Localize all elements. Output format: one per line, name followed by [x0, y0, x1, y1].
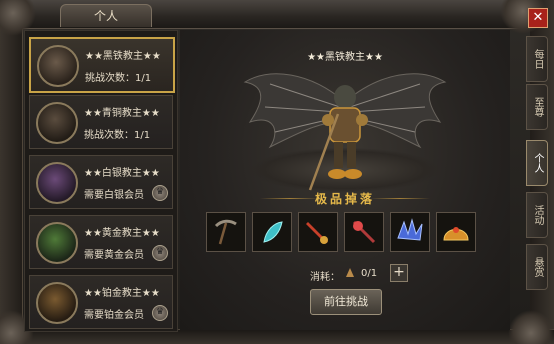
divider: [370, 198, 430, 199]
boss-item-name: ★★白银教主★★: [84, 168, 160, 179]
boss-figure: [243, 73, 447, 191]
ticket-icon: [346, 268, 354, 277]
close-button[interactable]: ✕: [528, 8, 548, 28]
loot-slot[interactable]: [206, 212, 246, 252]
boss-item-name: ★★黑铁教主★★: [85, 51, 161, 62]
boss-item-name: ★★黄金教主★★: [84, 228, 160, 239]
tab-supreme[interactable]: 至尊: [526, 84, 548, 130]
boss-avatar: [36, 282, 78, 324]
boss-item-name: ★★铂金教主★★: [84, 288, 160, 299]
boss-item-requirement: 需要白银会员: [84, 190, 144, 201]
boss-item-status: 挑战次数：1/1: [85, 73, 152, 84]
staff-icon: [352, 220, 376, 244]
boss-list-item[interactable]: ★★黑铁教主★★ 挑战次数：1/1: [29, 37, 175, 93]
boss-avatar: [36, 102, 78, 144]
boss-item-name: ★★青铜教主★★: [84, 108, 160, 119]
boss-list-item[interactable]: ★★青铜教主★★ 挑战次数：1/1: [29, 95, 173, 149]
loot-slot[interactable]: [252, 212, 292, 252]
claw-icon: [397, 218, 423, 241]
add-ticket-button[interactable]: +: [390, 264, 408, 282]
tab-bounty[interactable]: 悬赏: [526, 244, 548, 290]
boss-challenge-window: 个人 ✕ ★★黑铁教主★★ 挑战次数：1/1 ★★青铜教主★★ 挑战次数：1/1…: [0, 0, 554, 344]
boss-list-item[interactable]: ★★黄金教主★★ 需要黄金会员 ♛: [29, 215, 173, 269]
loot-slot[interactable]: [298, 212, 338, 252]
helmet-icon: [443, 227, 469, 241]
vip-badge-icon: ♛: [152, 185, 168, 201]
boss-detail-panel: ★★黑铁教主★★ 极品掉落 消耗： 0/1 + 前往挑战: [180, 30, 510, 330]
vip-badge-icon: ♛: [152, 305, 168, 321]
pickaxe-icon: [214, 219, 237, 245]
vip-badge-icon: ♛: [152, 245, 168, 261]
boss-item-status: 挑战次数：1/1: [84, 130, 151, 141]
loot-slot[interactable]: [344, 212, 384, 252]
tab-event[interactable]: 活动: [526, 192, 548, 238]
cost-label: 消耗：: [310, 272, 340, 283]
feather-icon: [263, 221, 283, 243]
boss-avatar: [37, 45, 79, 87]
loot-title: 极品掉落: [314, 192, 375, 206]
challenge-button[interactable]: 前往挑战: [310, 289, 382, 315]
dagger-icon: [306, 222, 328, 244]
boss-item-requirement: 需要黄金会员: [84, 250, 144, 261]
tab-daily[interactable]: 每日: [526, 36, 548, 82]
boss-item-requirement: 需要铂金会员: [84, 310, 144, 321]
boss-list-item[interactable]: ★★白银教主★★ 需要白银会员 ♛: [29, 155, 173, 209]
loot-slot[interactable]: [390, 212, 430, 252]
tab-personal[interactable]: 个人: [526, 140, 548, 186]
frame-left: [0, 0, 23, 344]
window-title-tab[interactable]: 个人: [60, 4, 152, 27]
boss-list[interactable]: ★★黑铁教主★★ 挑战次数：1/1 ★★青铜教主★★ 挑战次数：1/1 ★★白银…: [24, 30, 178, 332]
boss-avatar: [36, 222, 78, 264]
boss-avatar: [36, 162, 78, 204]
loot-slot[interactable]: [436, 212, 476, 252]
boss-list-item[interactable]: ★★铂金教主★★ 需要铂金会员 ♛: [29, 275, 173, 329]
cost-value: 0/1: [361, 268, 378, 279]
